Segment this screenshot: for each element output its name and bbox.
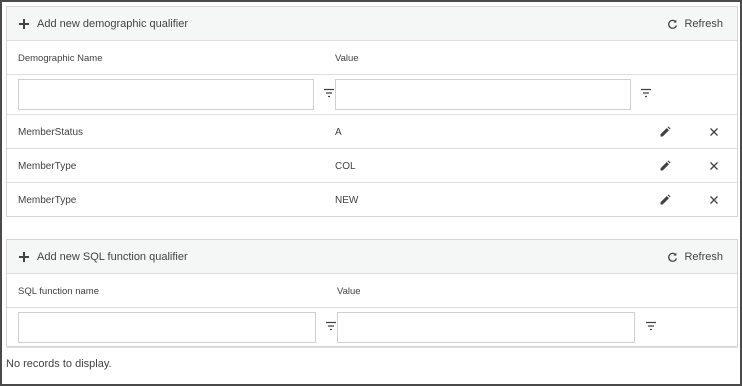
sql-function-toolbar: Add new SQL function qualifier Refresh	[7, 240, 737, 274]
refresh-icon	[667, 19, 678, 30]
column-header-value[interactable]: Value	[335, 41, 359, 75]
value-cell: COL	[335, 160, 356, 172]
add-sql-function-qualifier-button[interactable]: Add new SQL function qualifier	[19, 240, 188, 274]
sql-function-header-row: SQL function name Value	[7, 274, 737, 308]
delete-icon[interactable]	[708, 194, 720, 206]
plus-icon	[19, 19, 29, 29]
add-demographic-qualifier-button[interactable]: Add new demographic qualifier	[19, 7, 188, 41]
sql-function-name-filter-input[interactable]	[18, 312, 316, 343]
edit-icon[interactable]	[659, 194, 671, 206]
sql-function-value-filter-input[interactable]	[337, 312, 635, 343]
sql-function-filter-row	[7, 308, 737, 348]
add-demographic-label: Add new demographic qualifier	[37, 18, 189, 30]
qualifiers-panel: Add new demographic qualifier Refresh De…	[0, 0, 742, 386]
delete-icon[interactable]	[708, 126, 720, 138]
edit-icon[interactable]	[659, 160, 671, 172]
demographic-toolbar: Add new demographic qualifier Refresh	[7, 7, 737, 41]
filter-icon[interactable]	[323, 87, 335, 99]
column-header-value[interactable]: Value	[337, 274, 361, 308]
add-sql-function-label: Add new SQL function qualifier	[37, 251, 188, 263]
demographic-grid: Add new demographic qualifier Refresh De…	[6, 6, 738, 217]
sql-function-grid: Add new SQL function qualifier Refresh S…	[6, 239, 738, 348]
column-header-sql-function-name[interactable]: SQL function name	[18, 274, 99, 308]
refresh-demographic-button[interactable]: Refresh	[667, 7, 723, 41]
table-row: MemberType NEW	[7, 183, 737, 217]
table-row: MemberType COL	[7, 149, 737, 183]
demographic-name-filter-input[interactable]	[18, 79, 314, 110]
refresh-sql-function-button[interactable]: Refresh	[667, 240, 723, 274]
filter-icon[interactable]	[325, 320, 337, 332]
demographic-name-cell: MemberType	[18, 160, 77, 172]
demographic-filter-row	[7, 75, 737, 115]
filter-icon[interactable]	[640, 87, 652, 99]
demographic-rows: MemberStatus A MemberType COL MemberType…	[7, 115, 737, 217]
no-records-message: No records to display.	[6, 358, 112, 370]
refresh-label: Refresh	[684, 18, 723, 30]
table-row: MemberStatus A	[7, 115, 737, 149]
demographic-value-filter-input[interactable]	[335, 79, 631, 110]
demographic-name-cell: MemberStatus	[18, 126, 84, 138]
demographic-header-row: Demographic Name Value	[7, 41, 737, 75]
refresh-icon	[667, 252, 678, 263]
edit-icon[interactable]	[659, 126, 671, 138]
filter-icon[interactable]	[645, 320, 657, 332]
plus-icon	[19, 252, 29, 262]
column-header-demographic-name[interactable]: Demographic Name	[18, 41, 102, 75]
value-cell: A	[335, 126, 342, 138]
refresh-label: Refresh	[684, 251, 723, 263]
demographic-name-cell: MemberType	[18, 194, 77, 206]
value-cell: NEW	[335, 194, 359, 206]
delete-icon[interactable]	[708, 160, 720, 172]
